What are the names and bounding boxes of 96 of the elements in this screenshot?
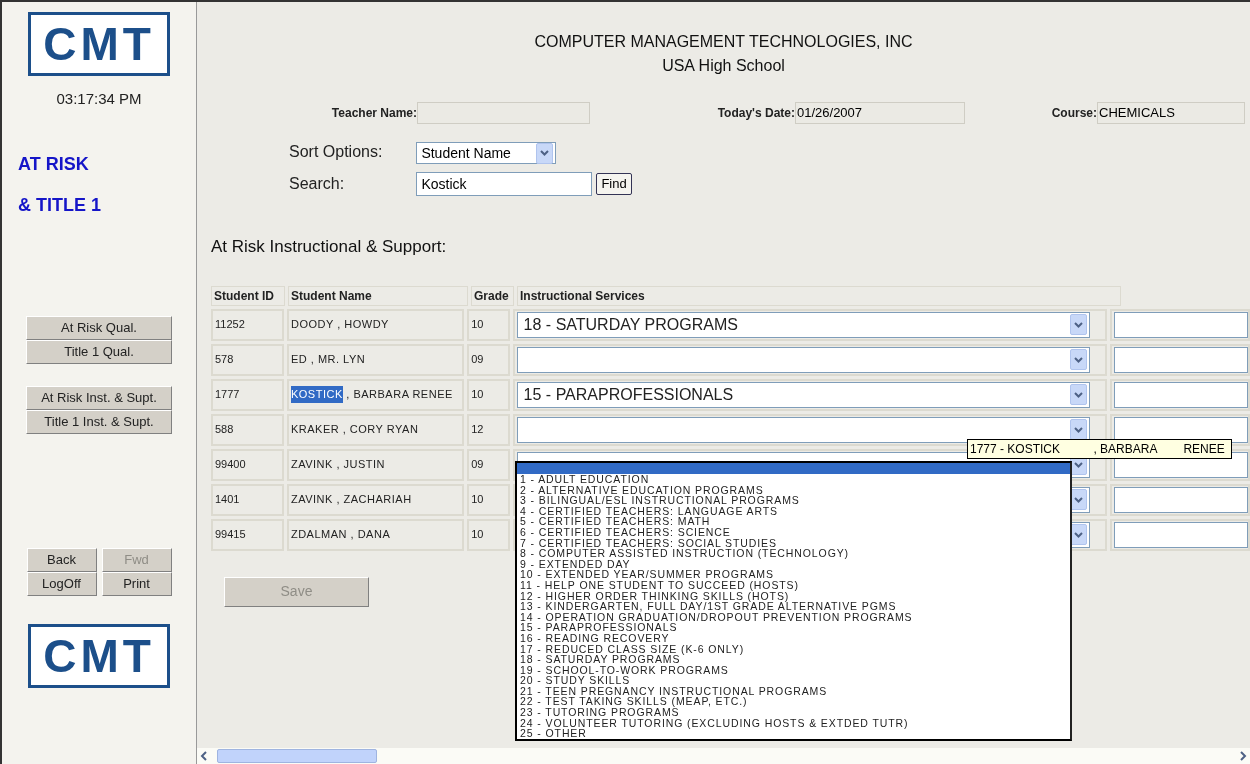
nav-button[interactable]: Title 1 Qual. bbox=[26, 339, 172, 364]
column-header: Instructional Services bbox=[517, 285, 1121, 306]
chevron-down-icon bbox=[1073, 426, 1083, 433]
table-cell: 09 bbox=[467, 343, 510, 376]
dropdown-option[interactable]: 2 - ALTERNATIVE EDUCATION PROGRAMS bbox=[517, 484, 1070, 496]
table-cell: 10 bbox=[467, 308, 510, 341]
module-title: AT RISK bbox=[18, 154, 90, 173]
chevron-down-icon bbox=[1073, 496, 1083, 503]
table-cell: ED , MR. LYN bbox=[286, 343, 465, 376]
dropdown-option[interactable]: 7 - CERTIFIED TEACHERS: SOCIAL STUDIES bbox=[517, 537, 1070, 549]
module-title: & TITLE 1 bbox=[18, 195, 102, 214]
dropdown-option[interactable]: 17 - REDUCED CLASS SIZE (K-6 ONLY) bbox=[517, 643, 1070, 655]
chevron-down-icon bbox=[1073, 321, 1083, 328]
table-cell: 12 bbox=[467, 413, 510, 446]
table-cell: 10 bbox=[467, 518, 510, 551]
dropdown-option[interactable]: 16 - READING RECOVERY bbox=[517, 632, 1070, 644]
company-title: COMPUTER MANAGEMENT TECHNOLOGIES, INC bbox=[534, 32, 913, 52]
dropdown-option[interactable]: 3 - BILINGUAL/ESL INSTRUCTIONAL PROGRAMS bbox=[517, 495, 1070, 506]
dropdown-list[interactable] bbox=[515, 461, 1072, 741]
input-field[interactable] bbox=[1114, 311, 1248, 338]
table-cell: DOODY , HOWDY bbox=[286, 308, 465, 341]
input-field[interactable] bbox=[1114, 381, 1248, 408]
table-cell: 1401 bbox=[211, 483, 284, 516]
find-button[interactable]: Find bbox=[596, 173, 632, 195]
table-cell: 09 bbox=[467, 448, 510, 481]
dropdown-option[interactable]: 19 - SCHOOL-TO-WORK PROGRAMS bbox=[517, 664, 1070, 676]
dropdown-option[interactable]: 5 - CERTIFIED TEACHERS: MATH bbox=[517, 516, 1070, 527]
search-field[interactable]: Kostick bbox=[416, 172, 593, 196]
dropdown-option[interactable]: 15 - PARAPROFESSIONALS bbox=[517, 622, 1070, 633]
service-select[interactable] bbox=[516, 346, 1090, 373]
table-cell: 578 bbox=[211, 343, 284, 376]
input-field[interactable] bbox=[1114, 346, 1248, 373]
field-label: Teacher Name: bbox=[331, 105, 417, 122]
table-cell: ZDALMAN , DANA bbox=[286, 518, 465, 551]
nav-button[interactable]: Print bbox=[101, 571, 172, 596]
dropdown-option[interactable]: 24 - VOLUNTEER TUTORING (EXCLUDING HOSTS & EXTDED TUTR) bbox=[517, 717, 1070, 729]
table-cell: 1777 bbox=[211, 378, 284, 411]
nav-button[interactable]: At Risk Qual. bbox=[26, 315, 172, 340]
clock: 03:17:34 PM bbox=[55, 89, 143, 109]
dropdown-option[interactable]: 6 - CERTIFIED TEACHERS: SCIENCE bbox=[517, 526, 1070, 538]
dropdown-option[interactable]: 13 - KINDERGARTEN, FULL DAY/1ST GRADE ALTERNATIVE PGMS bbox=[517, 601, 1070, 612]
column-header: Grade bbox=[471, 285, 514, 306]
sort-label: Sort Options: bbox=[289, 142, 383, 162]
dropdown-option[interactable]: 9 - EXTENDED DAY bbox=[517, 558, 1070, 570]
info-field: CHEMICALS bbox=[1097, 102, 1245, 124]
table-cell: 11252 bbox=[211, 308, 284, 341]
table-cell: 588 bbox=[211, 413, 284, 446]
table-cell: 10 bbox=[467, 378, 510, 411]
dropdown-option[interactable]: 23 - TUTORING PROGRAMS bbox=[517, 707, 1070, 718]
info-field: 01/26/2007 bbox=[795, 102, 965, 124]
table-cell: ZAVINK , ZACHARIAH bbox=[286, 483, 465, 516]
field-label: Course: bbox=[1051, 105, 1097, 122]
dropdown-option[interactable]: 8 - COMPUTER ASSISTED INSTRUCTION (TECHNOLOGY) bbox=[517, 548, 1070, 559]
logo: CMT bbox=[28, 623, 170, 688]
dropdown-option[interactable]: 25 - OTHER bbox=[517, 728, 1070, 739]
sort-select[interactable]: Student Name bbox=[416, 142, 557, 164]
section-title: At Risk Instructional & Support: bbox=[210, 236, 448, 258]
horizontal-scrollbar[interactable] bbox=[197, 748, 1250, 764]
field-label: Today's Date: bbox=[717, 105, 795, 122]
tooltip: 1777 - KOSTICK , BARBARA RENEE bbox=[967, 439, 1232, 459]
table-cell: 99415 bbox=[211, 518, 284, 551]
dropdown-option[interactable]: 1 - ADULT EDUCATION bbox=[517, 474, 1070, 485]
school-title: USA High School bbox=[662, 56, 785, 76]
input-field[interactable] bbox=[1114, 416, 1248, 443]
dropdown-option[interactable]: 21 - TEEN PREGNANCY INSTRUCTIONAL PROGRAMS bbox=[517, 685, 1070, 697]
scrollbar-thumb[interactable] bbox=[217, 749, 377, 763]
nav-button[interactable]: At Risk Inst. & Supt. bbox=[26, 385, 172, 410]
table-cell: 99400 bbox=[211, 448, 284, 481]
chevron-down-icon bbox=[1073, 391, 1083, 398]
table-cell: KRAKER , CORY RYAN bbox=[286, 413, 465, 446]
logo: CMT bbox=[28, 12, 170, 76]
search-label: Search: bbox=[289, 174, 346, 194]
dropdown-option[interactable]: 20 - STUDY SKILLS bbox=[517, 675, 1070, 686]
dropdown-option[interactable]: 4 - CERTIFIED TEACHERS: LANGUAGE ARTS bbox=[517, 505, 1070, 517]
column-header: Student Name bbox=[288, 285, 468, 306]
chevron-down-icon bbox=[1073, 531, 1083, 538]
input-field[interactable] bbox=[1114, 521, 1248, 548]
chevron-down-icon bbox=[1073, 356, 1083, 363]
table-cell: KOSTICK , BARBARA RENEE bbox=[286, 378, 465, 411]
column-header: Student ID bbox=[211, 285, 285, 306]
chevron-down-icon bbox=[540, 150, 550, 156]
input-field[interactable] bbox=[1114, 486, 1248, 513]
dropdown-arrow-button[interactable] bbox=[1069, 419, 1087, 440]
chevron-down-icon bbox=[1073, 461, 1083, 468]
nav-button[interactable]: Title 1 Inst. & Supt. bbox=[26, 409, 172, 434]
dropdown-option[interactable]: 14 - OPERATION GRADUATION/DROPOUT PREVENTION PROGRAMS bbox=[517, 611, 1070, 623]
service-select[interactable]: 15 - PARAPROFESSIONALS bbox=[516, 381, 1090, 408]
table-cell: ZAVINK , JUSTIN bbox=[286, 448, 465, 481]
dropdown-option[interactable]: 18 - SATURDAY PROGRAMS bbox=[517, 654, 1070, 665]
nav-button[interactable]: Back bbox=[26, 547, 97, 572]
dropdown-option[interactable]: 10 - EXTENDED YEAR/SUMMER PROGRAMS bbox=[517, 569, 1070, 580]
nav-button[interactable]: LogOff bbox=[26, 571, 97, 596]
dropdown-option[interactable]: 11 - HELP ONE STUDENT TO SUCCEED (HOSTS) bbox=[517, 579, 1070, 591]
service-select[interactable]: 18 - SATURDAY PROGRAMS bbox=[516, 311, 1090, 338]
dropdown-option[interactable]: 22 - TEST TAKING SKILLS (MEAP, ETC.) bbox=[517, 696, 1070, 708]
table-cell: 10 bbox=[467, 483, 510, 516]
